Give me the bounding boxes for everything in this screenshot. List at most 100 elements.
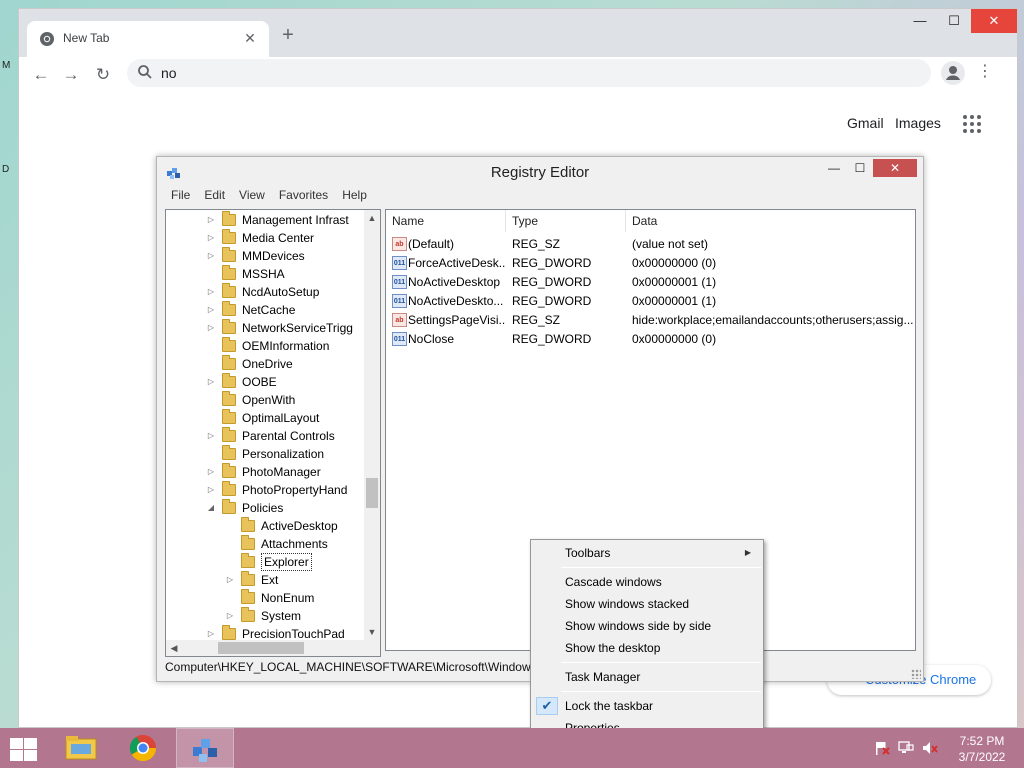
- tree-expand-icon[interactable]: ▷: [206, 481, 216, 499]
- menu-item-show-windows-side-by-side[interactable]: Show windows side by side: [533, 615, 761, 637]
- menu-edit[interactable]: Edit: [198, 188, 233, 206]
- regedit-maximize-button[interactable]: ☐: [847, 159, 873, 177]
- taskbar-clock[interactable]: 7:52 PM 3/7/2022: [950, 733, 1014, 765]
- tree-expand-icon[interactable]: ▷: [225, 571, 235, 589]
- tree-node[interactable]: ◢ Policies: [166, 499, 364, 517]
- value-type: REG_SZ: [512, 237, 561, 251]
- table-row[interactable]: 011 NoActiveDesktop REG_DWORD 0x00000001 (1…: [386, 273, 915, 292]
- menu-file[interactable]: File: [165, 188, 198, 206]
- tree-expand-icon[interactable]: ▷: [206, 319, 216, 337]
- column-header-data[interactable]: Data: [626, 210, 915, 232]
- regedit-minimize-button[interactable]: —: [821, 159, 847, 177]
- close-button[interactable]: ✕: [971, 9, 1017, 33]
- table-row[interactable]: ab SettingsPageVisi... REG_SZ hide:workplac…: [386, 311, 915, 330]
- tree-node[interactable]: ▷ NcdAutoSetup: [166, 283, 364, 301]
- tree-node[interactable]: OEMInformation: [166, 337, 364, 355]
- folder-icon: [222, 319, 236, 334]
- tree-node[interactable]: Personalization: [166, 445, 364, 463]
- new-tab-button[interactable]: +: [277, 25, 299, 47]
- gmail-link[interactable]: Gmail: [847, 115, 884, 131]
- tree-expand-icon[interactable]: ▷: [206, 229, 216, 247]
- profile-avatar-icon[interactable]: [941, 61, 965, 85]
- column-header-name[interactable]: Name: [386, 210, 506, 232]
- tree-expand-icon[interactable]: ▷: [225, 607, 235, 625]
- table-row[interactable]: 011 ForceActiveDesk... REG_DWORD 0x00000000…: [386, 254, 915, 273]
- tree-expand-icon[interactable]: ▷: [206, 373, 216, 391]
- tree-expand-icon[interactable]: ▷: [206, 247, 216, 265]
- forward-button[interactable]: →: [59, 63, 83, 87]
- tree-node[interactable]: ▷ PhotoPropertyHand: [166, 481, 364, 499]
- tree-node-label: NetCache: [242, 303, 296, 317]
- registry-editor-taskbar-icon[interactable]: [176, 728, 234, 768]
- tab-new-tab[interactable]: New Tab ✕: [27, 21, 269, 57]
- tree-expand-icon[interactable]: ▷: [206, 427, 216, 445]
- address-bar[interactable]: [127, 59, 931, 87]
- tree-node[interactable]: ▷ Management Infrast: [166, 211, 364, 229]
- tree-collapse-icon[interactable]: ◢: [206, 499, 216, 517]
- tab-title: New Tab: [63, 31, 110, 45]
- menu-help[interactable]: Help: [336, 188, 375, 206]
- tab-close-icon[interactable]: ✕: [241, 29, 259, 47]
- taskbar[interactable]: 7:52 PM 3/7/2022: [0, 728, 1024, 768]
- tree-node[interactable]: OptimalLayout: [166, 409, 364, 427]
- network-icon[interactable]: [898, 741, 914, 755]
- tree-node[interactable]: ▷ MMDevices: [166, 247, 364, 265]
- tree-node[interactable]: NonEnum: [166, 589, 364, 607]
- regedit-titlebar[interactable]: Registry Editor — ☐ ✕: [157, 157, 923, 187]
- tree-expand-icon[interactable]: ▷: [206, 211, 216, 229]
- minimize-button[interactable]: —: [903, 9, 937, 33]
- tree-vertical-scrollbar[interactable]: ▲ ▼: [364, 210, 380, 640]
- tree-node[interactable]: ▷ NetCache: [166, 301, 364, 319]
- menu-favorites[interactable]: Favorites: [273, 188, 336, 206]
- menu-view[interactable]: View: [233, 188, 273, 206]
- tree-node[interactable]: ▷ System: [166, 607, 364, 625]
- column-header-type[interactable]: Type: [506, 210, 626, 232]
- tree-horizontal-scrollbar[interactable]: ◀: [166, 640, 380, 656]
- tree-node[interactable]: ▷ Media Center: [166, 229, 364, 247]
- images-link[interactable]: Images: [895, 115, 941, 131]
- table-row[interactable]: 011 NoActiveDeskto... REG_DWORD 0x00000001 …: [386, 292, 915, 311]
- chrome-menu-icon[interactable]: ⋮: [977, 61, 993, 85]
- tree-node[interactable]: ▷ PhotoManager: [166, 463, 364, 481]
- tree-node[interactable]: ▷ Parental Controls: [166, 427, 364, 445]
- tree-expand-icon[interactable]: ▷: [206, 463, 216, 481]
- tree-node[interactable]: ActiveDesktop: [166, 517, 364, 535]
- menu-item-show-the-desktop[interactable]: Show the desktop: [533, 637, 761, 659]
- scroll-thumb[interactable]: [218, 642, 304, 654]
- action-center-flag-icon[interactable]: [874, 741, 890, 755]
- menu-item-task-manager[interactable]: Task Manager: [533, 666, 761, 688]
- table-row[interactable]: 011 NoClose REG_DWORD 0x00000000 (0): [386, 330, 915, 349]
- table-row[interactable]: ab (Default) REG_SZ (value not set): [386, 235, 915, 254]
- menu-item-toolbars[interactable]: Toolbars ▶: [533, 542, 761, 564]
- scroll-left-icon[interactable]: ◀: [166, 640, 182, 656]
- back-button[interactable]: ←: [29, 63, 53, 87]
- regedit-close-button[interactable]: ✕: [873, 159, 917, 177]
- menu-item-lock-the-taskbar[interactable]: ✔ Lock the taskbar: [533, 695, 761, 717]
- address-input[interactable]: [161, 63, 861, 83]
- tree-node[interactable]: ▷ NetworkServiceTrigg: [166, 319, 364, 337]
- tree-node[interactable]: MSSHA: [166, 265, 364, 283]
- google-apps-icon[interactable]: [963, 115, 981, 133]
- tree-node[interactable]: OneDrive: [166, 355, 364, 373]
- chrome-icon[interactable]: [114, 728, 172, 768]
- file-explorer-icon[interactable]: [52, 728, 110, 768]
- maximize-button[interactable]: ☐: [937, 9, 971, 33]
- scroll-up-icon[interactable]: ▲: [364, 210, 380, 226]
- registry-key-tree[interactable]: ▷ PrecisionTouchPad ▷ System NonEnum ▷ Ext Expl…: [165, 209, 381, 657]
- tree-node[interactable]: Explorer: [166, 553, 364, 571]
- tree-expand-icon[interactable]: ▷: [206, 283, 216, 301]
- resize-grip-icon[interactable]: [911, 669, 921, 679]
- scroll-thumb[interactable]: [366, 478, 378, 508]
- tree-node[interactable]: ▷ Ext: [166, 571, 364, 589]
- tree-node[interactable]: Attachments: [166, 535, 364, 553]
- value-type: REG_SZ: [512, 313, 561, 327]
- reload-button[interactable]: ↻: [91, 63, 115, 87]
- tree-expand-icon[interactable]: ▷: [206, 301, 216, 319]
- tree-node[interactable]: ▷ OOBE: [166, 373, 364, 391]
- menu-item-show-windows-stacked[interactable]: Show windows stacked: [533, 593, 761, 615]
- volume-muted-icon[interactable]: [922, 741, 938, 755]
- menu-item-cascade-windows[interactable]: Cascade windows: [533, 571, 761, 593]
- scroll-down-icon[interactable]: ▼: [364, 624, 380, 640]
- start-windows-icon[interactable]: [8, 736, 38, 762]
- tree-node[interactable]: OpenWith: [166, 391, 364, 409]
